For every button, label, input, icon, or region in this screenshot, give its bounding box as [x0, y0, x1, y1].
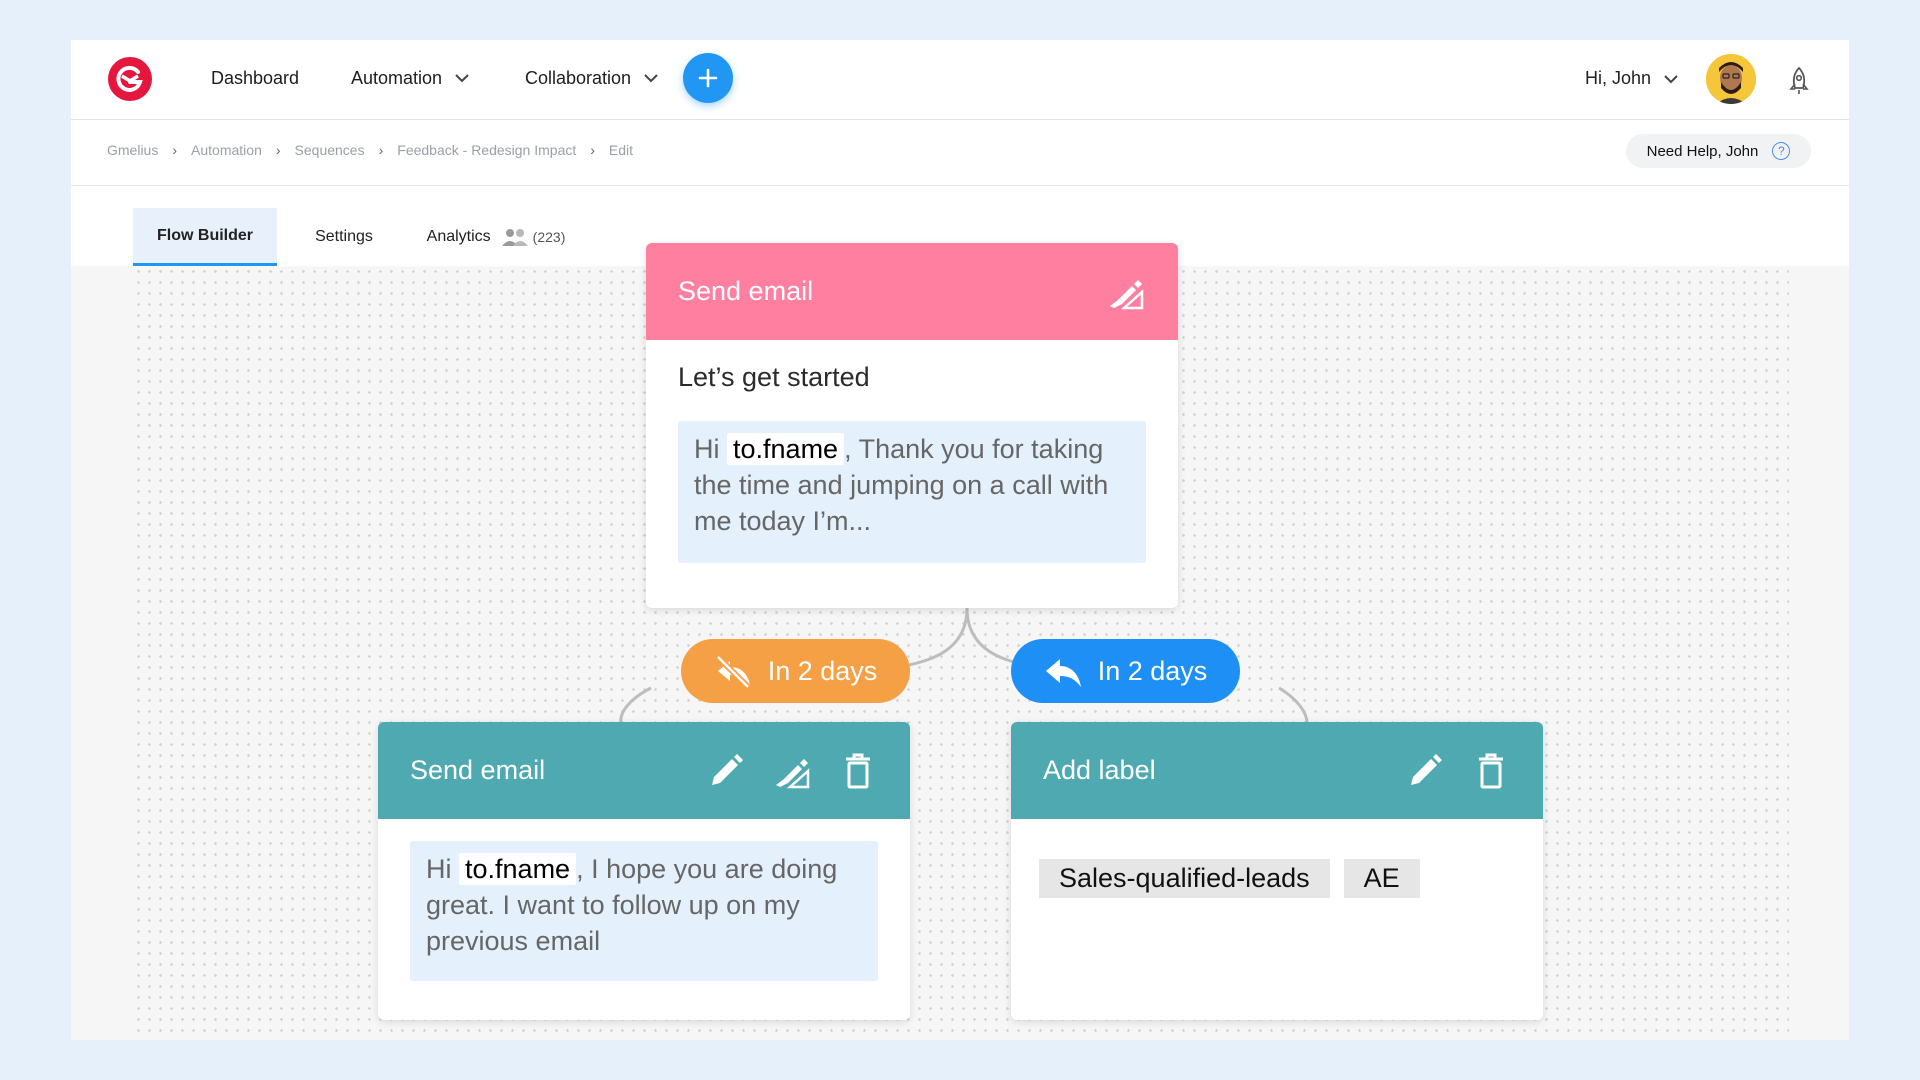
chevron-down-icon	[1664, 74, 1678, 83]
app-window: Dashboard Automation Collaboration Hi, J…	[71, 40, 1849, 1040]
pencil-icon[interactable]	[1405, 751, 1445, 791]
breadcrumb-item[interactable]: Automation	[191, 142, 262, 158]
send-email-card-root[interactable]: Send email Let’s get started Hi to.fname…	[646, 243, 1178, 608]
template-variable: to.fname	[727, 433, 845, 465]
question-icon: ?	[1772, 142, 1791, 160]
card-header: Send email	[646, 243, 1178, 340]
breadcrumb: Gmelius › Automation › Sequences › Feedb…	[107, 142, 633, 158]
user-menu[interactable]: Hi, John	[1585, 68, 1681, 89]
card-title: Add label	[1043, 755, 1156, 785]
tab-settings[interactable]: Settings	[289, 208, 399, 266]
chevron-right-icon: ›	[378, 142, 384, 158]
avatar[interactable]	[1706, 54, 1756, 104]
user-greeting: Hi, John	[1585, 68, 1652, 88]
edit-template-icon[interactable]	[1106, 272, 1146, 312]
no-reply-icon	[715, 654, 750, 689]
pencil-icon[interactable]	[706, 751, 746, 791]
breadcrumb-item[interactable]: Gmelius	[107, 142, 158, 158]
chevron-right-icon: ›	[275, 142, 281, 158]
analytics-count: (223)	[532, 229, 566, 245]
branch-reply-pill[interactable]: In 2 days	[1011, 639, 1240, 703]
email-body-preview: Hi to.fname, Thank you for taking the ti…	[678, 421, 1146, 563]
email-subject: Let’s get started	[678, 362, 870, 392]
tab-analytics[interactable]: Analytics (223)	[411, 208, 581, 266]
trash-icon[interactable]	[1471, 751, 1511, 791]
nav-automation-label: Automation	[351, 67, 443, 88]
breadcrumb-bar: Gmelius › Automation › Sequences › Feedb…	[71, 120, 1849, 186]
reply-icon	[1045, 659, 1081, 687]
create-button[interactable]	[683, 53, 733, 103]
email-body-preview: Hi to.fname, I hope you are doing great.…	[410, 841, 878, 981]
chevron-right-icon: ›	[590, 142, 595, 158]
nav-collaboration-label: Collaboration	[525, 67, 632, 88]
template-variable: to.fname	[459, 853, 577, 885]
send-email-card-followup[interactable]: Send email Hi to.fname, I hope you are d…	[378, 722, 910, 1020]
card-header: Add label	[1011, 722, 1543, 819]
chevron-down-icon	[644, 74, 658, 83]
card-title: Send email	[410, 755, 546, 785]
card-title: Send email	[678, 276, 814, 306]
nav-dashboard[interactable]: Dashboard	[211, 64, 299, 92]
tab-flow-builder[interactable]: Flow Builder	[133, 208, 277, 266]
body-prefix: Hi	[694, 434, 720, 464]
breadcrumb-item[interactable]: Feedback - Redesign Impact	[397, 142, 576, 158]
branch-no-reply-pill[interactable]: In 2 days	[681, 639, 910, 703]
rocket-icon[interactable]	[1786, 66, 1812, 96]
gmelius-logo-icon[interactable]	[107, 56, 153, 102]
top-navbar: Dashboard Automation Collaboration Hi, J…	[71, 40, 1849, 120]
help-label: Need Help, John	[1646, 142, 1759, 160]
chevron-right-icon: ›	[172, 142, 178, 158]
tab-settings-label: Settings	[315, 228, 373, 245]
nav-automation[interactable]: Automation	[351, 64, 472, 92]
tab-analytics-label: Analytics	[426, 228, 491, 245]
tab-flow-builder-label: Flow Builder	[157, 226, 253, 244]
nav-collaboration[interactable]: Collaboration	[525, 64, 661, 92]
edit-template-icon[interactable]	[772, 751, 812, 791]
body-prefix: Hi	[426, 854, 452, 884]
avatar-image	[1706, 54, 1756, 104]
help-button[interactable]: Need Help, John ?	[1626, 134, 1811, 168]
breadcrumb-item[interactable]: Sequences	[295, 142, 365, 158]
branch-delay-label: In 2 days	[767, 655, 878, 686]
branch-delay-label: In 2 days	[1097, 655, 1208, 686]
people-icon	[501, 229, 528, 246]
card-header: Send email	[378, 722, 910, 819]
chevron-down-icon	[455, 74, 469, 83]
breadcrumb-item-current: Edit	[608, 142, 634, 158]
label-tag[interactable]: AE	[1343, 859, 1420, 898]
label-tag[interactable]: Sales-qualified-leads	[1039, 859, 1330, 898]
plus-icon	[698, 68, 718, 88]
label-list: Sales-qualified-leads AE	[1011, 819, 1543, 898]
nav-dashboard-label: Dashboard	[211, 67, 300, 88]
add-label-card[interactable]: Add label Sales-qualified-leads AE	[1011, 722, 1543, 1020]
trash-icon[interactable]	[838, 751, 878, 791]
